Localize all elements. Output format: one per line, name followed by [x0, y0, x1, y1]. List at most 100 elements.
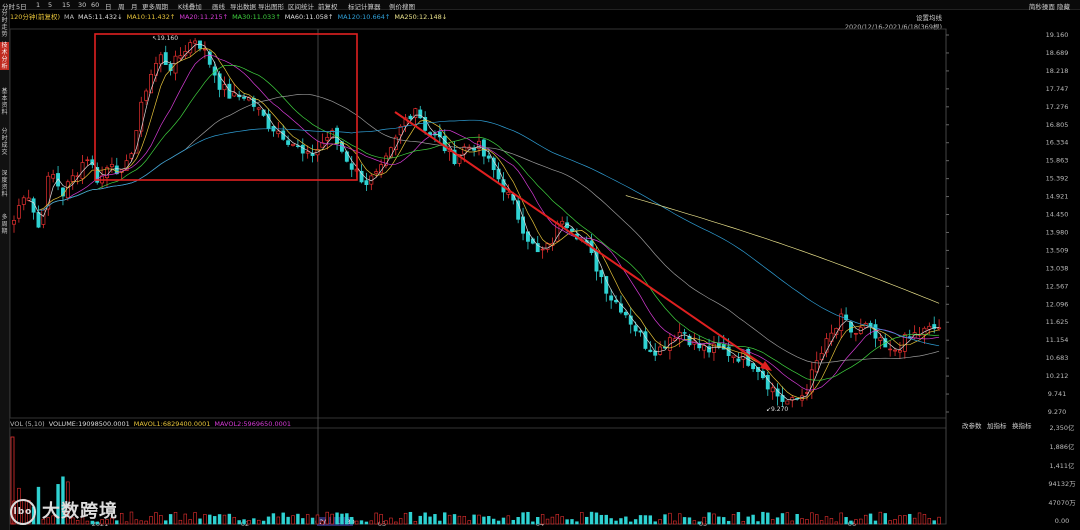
volume-bar: [232, 517, 236, 525]
volume-bar: [276, 516, 281, 525]
volume-bar: [286, 516, 290, 525]
volume-bar: [677, 513, 682, 525]
volume-bar: [658, 519, 662, 525]
volume-bar: [511, 519, 515, 525]
volume-bar: [335, 512, 339, 525]
volume-bar: [452, 514, 457, 525]
volume-bar: [873, 520, 878, 525]
candle-body: [560, 220, 565, 225]
volume-bar: [673, 520, 677, 525]
ma-line: [38, 93, 940, 364]
volume-bar: [756, 521, 760, 525]
y-tick-label: 12.096: [1046, 300, 1069, 308]
volume-bar: [526, 511, 530, 525]
volume-bar: [261, 520, 266, 525]
volume-button[interactable]: 加指标: [987, 420, 1007, 430]
y-tick-label: 14.450: [1046, 211, 1069, 219]
volume-bar: [898, 515, 902, 525]
volume-bar: [697, 521, 701, 525]
candle-body: [305, 151, 310, 154]
volume-bar: [188, 519, 192, 525]
candle-body: [21, 197, 26, 205]
volume-bar: [491, 518, 496, 525]
volume-bar: [824, 516, 829, 525]
candle-body: [286, 140, 291, 145]
volume-bar: [795, 513, 799, 525]
candle-body: [912, 332, 917, 339]
volume-button[interactable]: 换指标: [1012, 420, 1032, 430]
candle-body: [26, 197, 31, 201]
volume-button[interactable]: 改参数: [962, 420, 982, 430]
volume-bar: [917, 512, 922, 525]
candle-body: [364, 180, 369, 186]
volume-bar: [168, 514, 173, 525]
volume-bar: [477, 514, 481, 525]
volume-bar: [849, 520, 853, 525]
candle-body: [535, 243, 540, 253]
candle-body: [242, 96, 247, 99]
candle-body: [144, 90, 149, 101]
volume-bar: [447, 514, 452, 525]
y-tick-label: 18.218: [1046, 67, 1069, 75]
volume-bar: [653, 521, 657, 525]
volume-bar: [315, 514, 320, 525]
volume-bar: [643, 515, 648, 525]
volume-bar: [173, 512, 178, 525]
volume-bar: [927, 518, 932, 525]
candle-body: [193, 40, 198, 44]
volume-bar: [834, 521, 839, 525]
candle-body: [12, 220, 16, 225]
volume-bar: [408, 511, 413, 525]
volume-bar: [139, 520, 143, 525]
volume-bar: [859, 518, 863, 525]
volume-bar: [565, 519, 569, 525]
volume-bar: [785, 512, 790, 525]
volume-bar: [839, 512, 843, 525]
candle-body: [41, 209, 46, 225]
volume-bar: [922, 514, 927, 525]
y-tick-label: 16.805: [1046, 121, 1069, 129]
volume-bar: [310, 517, 315, 525]
volume-bar: [443, 512, 447, 525]
volume-bar: [423, 512, 427, 525]
volume-bar: [722, 517, 726, 525]
candle-body: [109, 164, 114, 168]
volume-bar: [472, 514, 476, 525]
volume-bar: [604, 514, 608, 525]
candle-body: [374, 171, 379, 174]
volume-tick-label: 1,411亿: [1049, 461, 1075, 470]
y-tick-label: 9.741: [1048, 390, 1067, 398]
volume-bar: [829, 518, 834, 525]
volume-bar: [868, 513, 873, 525]
candle-body: [785, 400, 790, 405]
y-tick-label: 15.863: [1046, 157, 1069, 165]
volume-bar: [359, 520, 364, 525]
ma-line: [38, 54, 940, 391]
y-tick-label: 13.038: [1046, 264, 1069, 272]
candle-body: [158, 54, 163, 65]
volume-bar: [398, 518, 403, 525]
volume-tick-label: 47070万: [1048, 499, 1076, 507]
candle-body: [731, 355, 736, 358]
volume-bar: [766, 512, 770, 525]
volume-bar: [819, 520, 824, 525]
kline-chart-svg: 19.160 18.689 18.218 17.747 17.276 16.805 16.3…: [9, 28, 1076, 528]
volume-bar: [594, 512, 599, 525]
candle-body: [888, 348, 893, 351]
candle-body: [907, 336, 912, 338]
volume-bar: [648, 515, 653, 525]
volume-bar: [403, 512, 408, 525]
candle-body: [897, 350, 902, 353]
candle-body: [325, 137, 330, 141]
watermark: lbo 大数跨境: [10, 497, 118, 525]
candle-body: [521, 216, 526, 234]
volume-bar: [384, 520, 388, 525]
candle-body: [266, 113, 271, 129]
volume-value: VOLUME:19098500.0001: [48, 420, 130, 428]
volume-bar: [584, 516, 589, 525]
volume-bar: [350, 516, 354, 525]
volume-bar: [164, 520, 168, 525]
volume-bar: [252, 518, 256, 525]
ma-line: [38, 47, 940, 399]
candle-body: [736, 358, 741, 362]
